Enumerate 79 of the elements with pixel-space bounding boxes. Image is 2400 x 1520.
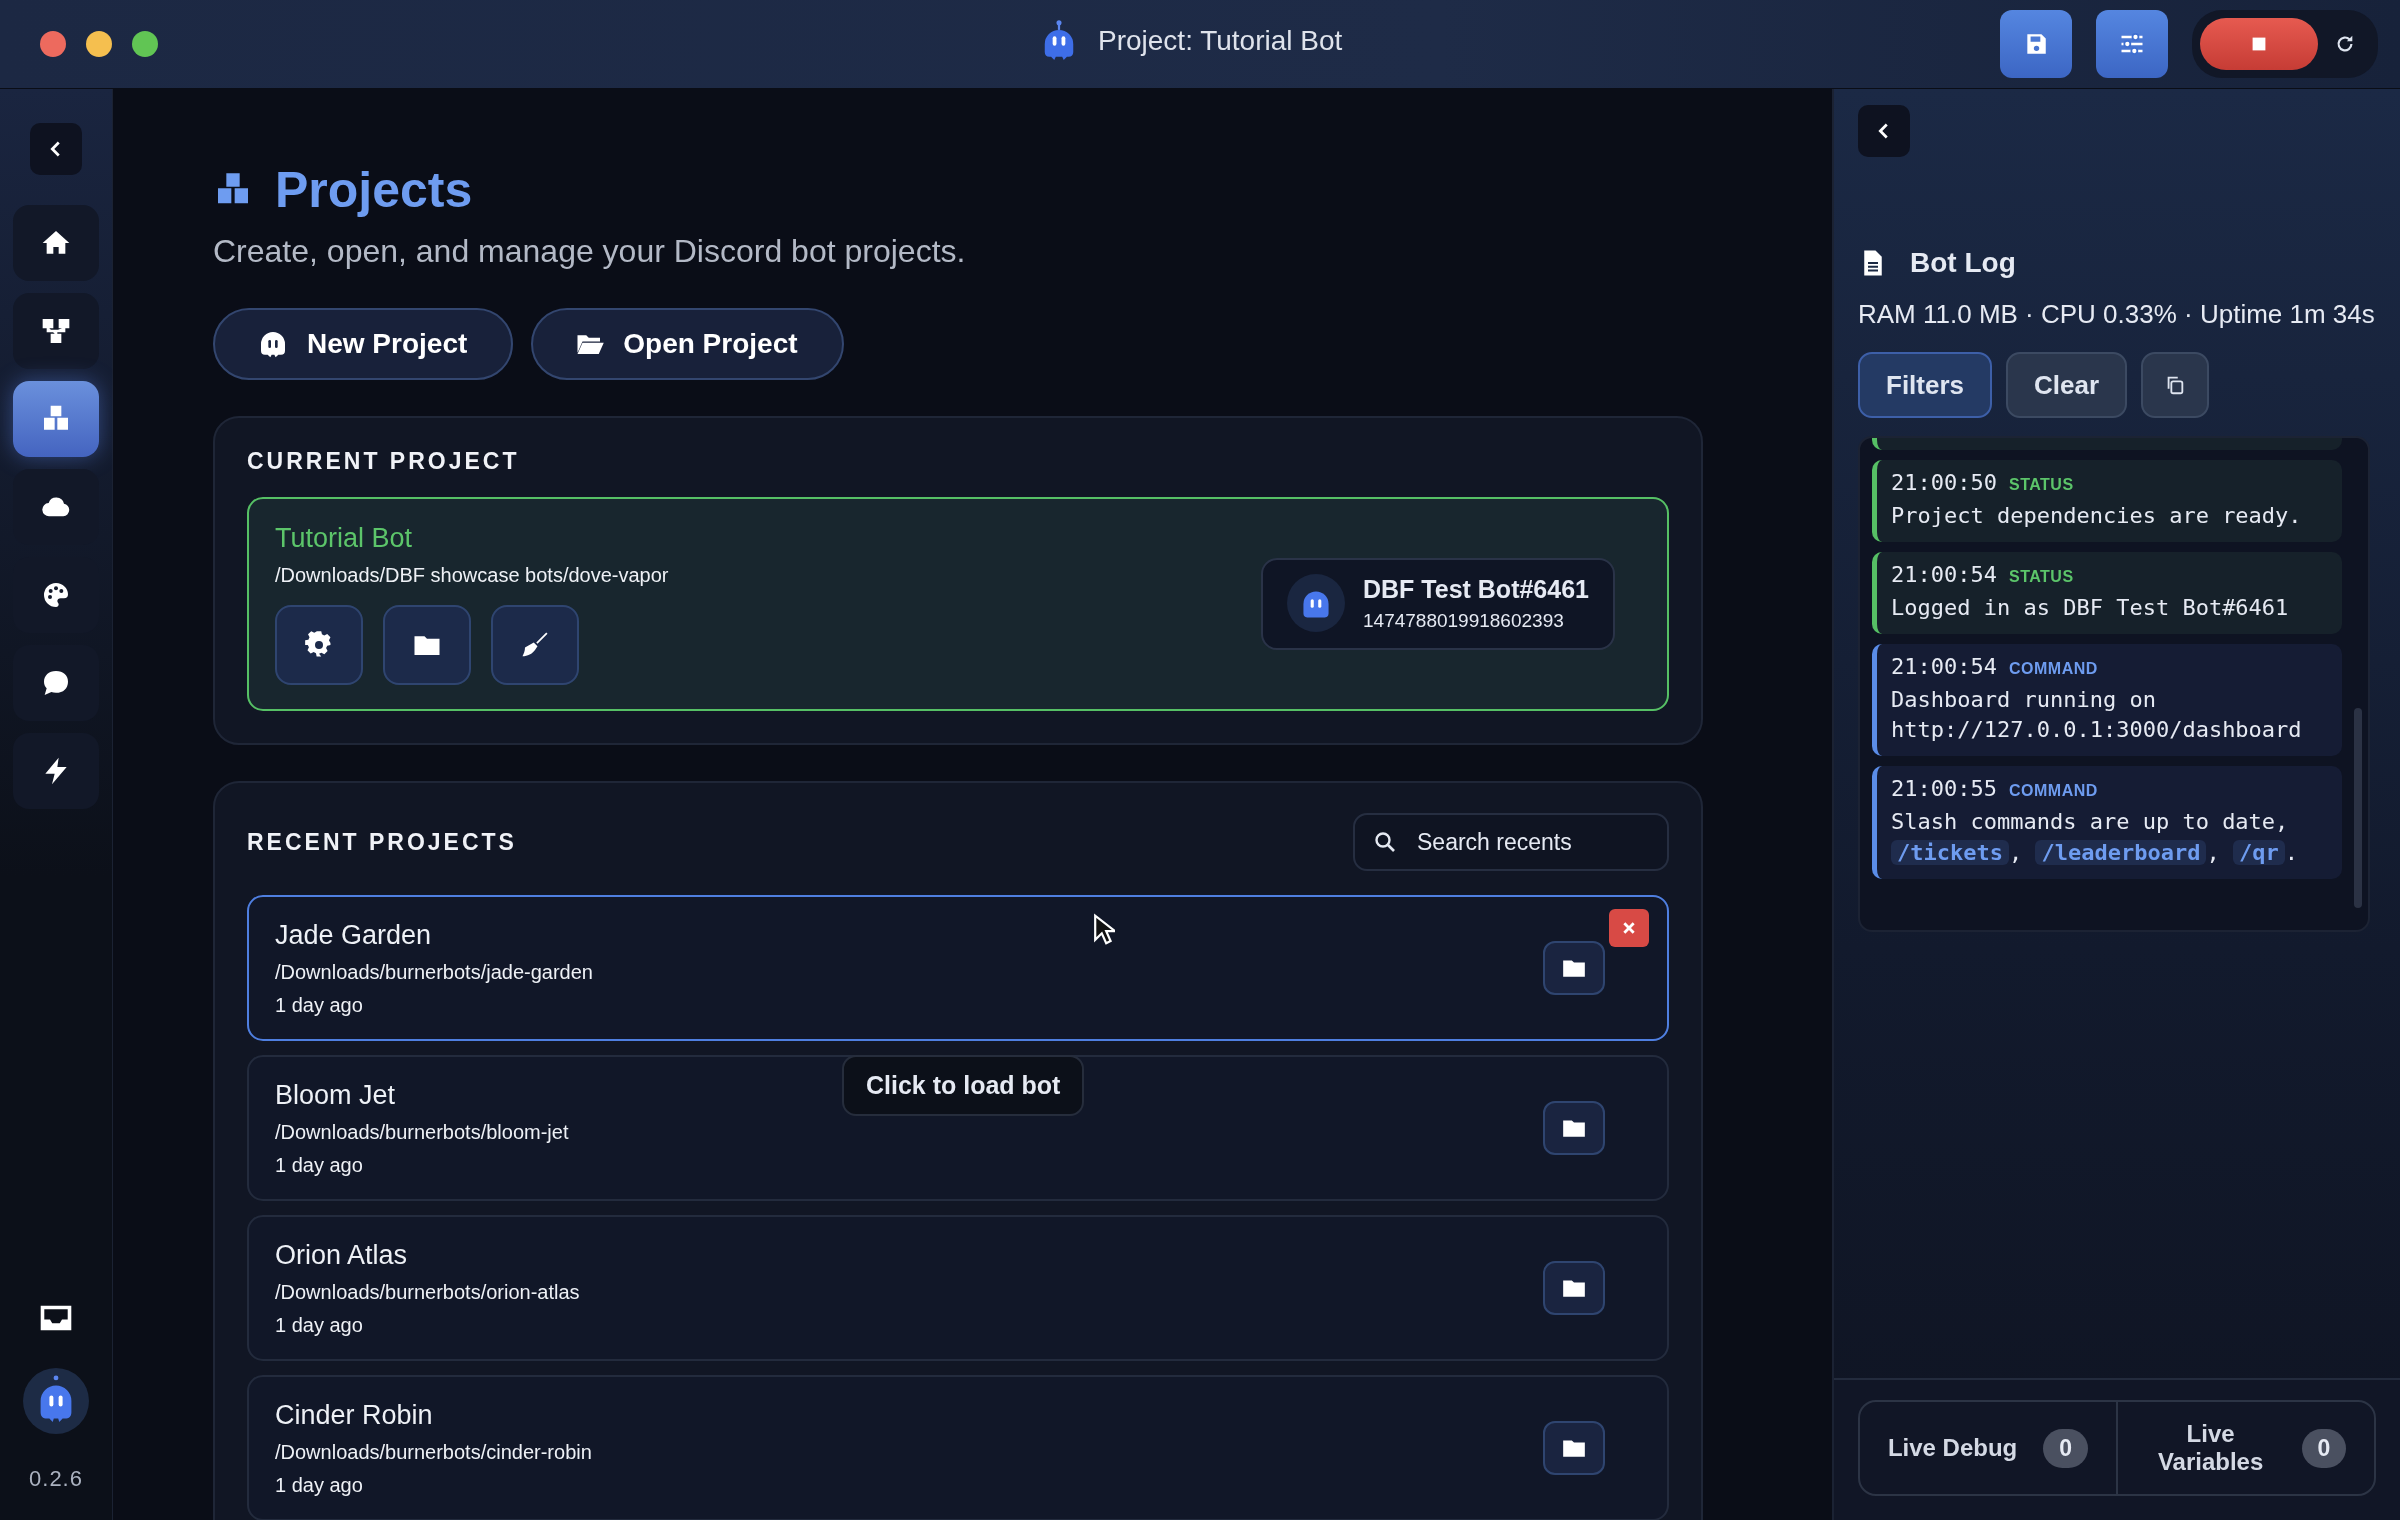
- log-message: Slash commands are up to date, /tickets , /leaderboard , /qr .: [1891, 808, 2299, 867]
- recent-project-row[interactable]: Cinder Robin /Downloads/burnerbots/cinder-robin 1 day ago: [247, 1375, 1669, 1520]
- close-window-button[interactable]: [40, 31, 66, 57]
- page-subtitle: Create, open, and manage your Discord bot projects.: [213, 233, 967, 270]
- log-tag: COMMAND: [2008, 659, 2098, 678]
- project-path: /Downloads/burnerbots/jade-garden: [275, 960, 593, 984]
- debug-label: Live Debug: [1887, 1434, 2018, 1462]
- settings-button[interactable]: [2096, 10, 2168, 78]
- project-age: 1 day ago: [275, 1153, 364, 1177]
- log-tag: COMMAND: [2008, 782, 2098, 801]
- project-name: Jade Garden: [275, 919, 433, 951]
- debug-tab[interactable]: Live Debug 0: [1860, 1402, 2116, 1494]
- recent-project-row[interactable]: Orion Atlas /Downloads/burnerbots/orion-atlas 1 day ago: [247, 1215, 1669, 1361]
- project-path: /Downloads/burnerbots/cinder-robin: [275, 1440, 592, 1464]
- command-chip: /qr: [2232, 840, 2285, 865]
- new-project-button[interactable]: New Project: [213, 308, 514, 380]
- scrollbar[interactable]: [2354, 708, 2362, 908]
- project-age: 1 day ago: [275, 1313, 364, 1337]
- folder-button[interactable]: [383, 605, 471, 685]
- log-message: Logged in as DBF Test Bot#6461: [1891, 593, 2290, 622]
- project-age: 1 day ago: [275, 1473, 364, 1497]
- remove-button[interactable]: [1609, 909, 1649, 947]
- log-time: 21:00:50: [1891, 470, 1997, 495]
- log-message: Project dependencies are ready.: [1891, 502, 2303, 530]
- copy-button[interactable]: [2141, 352, 2210, 418]
- save-button[interactable]: [2000, 10, 2072, 78]
- version-label: 0.2.6: [29, 1466, 83, 1492]
- log-time: 21:00:55: [1891, 776, 1997, 802]
- project-path: /Downloads/burnerbots/orion-atlas: [275, 1280, 580, 1304]
- command-chip: /tickets: [1891, 840, 2009, 865]
- sidebar-item[interactable]: [13, 381, 99, 457]
- sidebar-item[interactable]: [13, 293, 99, 369]
- window-title: Project: Tutorial Bot: [1098, 25, 1343, 57]
- project-age: 1 day ago: [275, 993, 364, 1017]
- open-folder-button[interactable]: [1543, 1261, 1605, 1315]
- project-path: /Downloads/burnerbots/bloom-jet: [275, 1120, 569, 1144]
- bot-avatar[interactable]: [23, 1368, 89, 1434]
- project-name: Bloom Jet: [275, 1079, 397, 1111]
- log-button[interactable]: Filters: [1858, 352, 1993, 418]
- zoom-window-button[interactable]: [132, 31, 158, 57]
- open-folder-button[interactable]: [1543, 1421, 1605, 1475]
- page-title: Projects: [275, 161, 473, 219]
- bot-name: DBF Test Bot#6461: [1363, 574, 1589, 604]
- minimize-window-button[interactable]: [86, 31, 112, 57]
- close-icon: [1622, 921, 1636, 935]
- command-chip: /leaderboard: [2035, 840, 2207, 865]
- debug-label: Live Variables: [2156, 1420, 2265, 1476]
- search-field[interactable]: Search recents: [1353, 813, 1669, 871]
- sidebar-item[interactable]: [13, 733, 99, 809]
- clean-button[interactable]: [491, 605, 579, 685]
- project-name: Cinder Robin: [275, 1399, 434, 1431]
- panel-title: Bot Log: [1910, 247, 2016, 279]
- project-name: Tutorial Bot: [275, 523, 414, 554]
- sidebar-item[interactable]: [13, 205, 99, 281]
- open-folder-button[interactable]: [1543, 1101, 1605, 1155]
- settings-button[interactable]: [275, 605, 363, 685]
- stop-icon: [2251, 36, 2267, 52]
- log-message: Dashboard running on http://127.0.0.1:3000/dashboard: [1891, 685, 2303, 745]
- stop-bot-button[interactable]: [2200, 18, 2318, 70]
- debug-tab[interactable]: Live Variables 0: [2116, 1402, 2374, 1494]
- count-badge: 0: [2043, 1428, 2089, 1468]
- log-time: 21:00:54: [1891, 653, 1997, 679]
- recent-project-row[interactable]: Jade Garden /Downloads/burnerbots/jade-garden 1 day ago: [247, 895, 1669, 1041]
- open-project-button[interactable]: Open Project: [531, 308, 844, 380]
- section-heading: RECENT PROJECTS: [247, 828, 517, 856]
- log-time: 21:00:54: [1891, 561, 1997, 587]
- project-name: Orion Atlas: [275, 1239, 409, 1271]
- tooltip: Click to load bot: [842, 1055, 1085, 1116]
- open-folder-button[interactable]: [1543, 941, 1605, 995]
- log-button[interactable]: Clear: [2006, 352, 2128, 418]
- project-path: /Downloads/DBF showcase bots/dove-vapor: [275, 564, 669, 587]
- log-tag: STATUS: [2008, 476, 2074, 494]
- log-tag: STATUS: [2008, 567, 2074, 586]
- count-badge: 0: [2301, 1428, 2347, 1468]
- sidebar-item[interactable]: [13, 645, 99, 721]
- section-heading: CURRENT PROJECT: [247, 448, 521, 475]
- bot-id: 1474788019918602393: [1363, 609, 1565, 632]
- bot-avatar: [1287, 574, 1345, 632]
- cursor-icon: [1093, 913, 1115, 947]
